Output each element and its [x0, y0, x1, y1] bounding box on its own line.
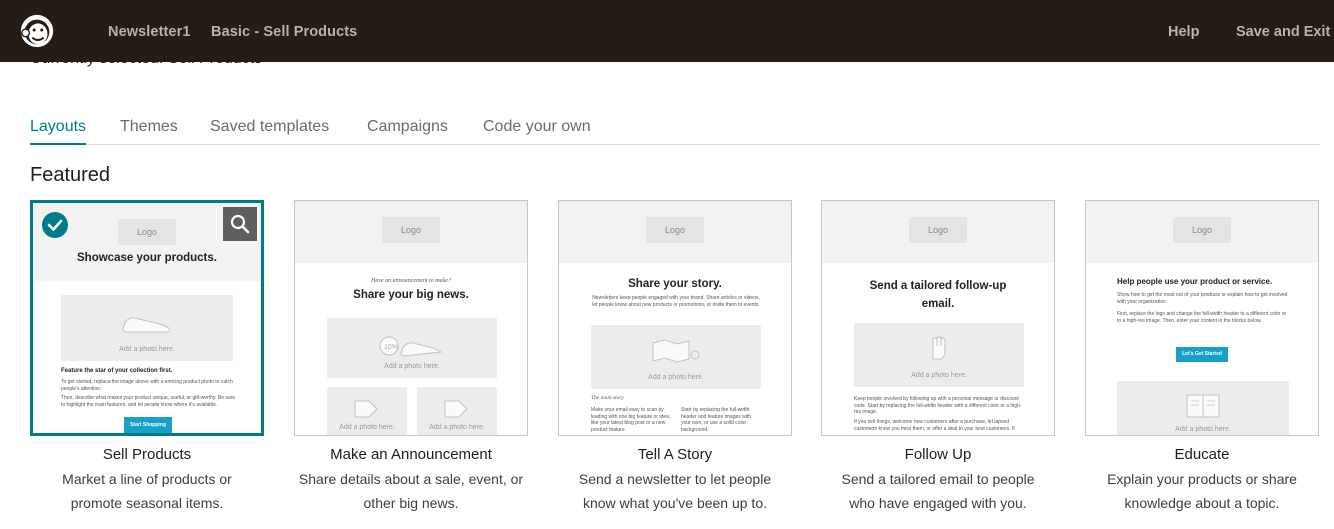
- preview-section-label: The main story: [591, 395, 624, 401]
- preview-cta-button: Start Shopping: [124, 417, 172, 433]
- card-description: Market a line of products or promote sea…: [17, 467, 277, 515]
- template-card-educate[interactable]: Logo Help people use your product or ser…: [1085, 200, 1319, 436]
- card-description: Share details about a sale, event, or ot…: [281, 467, 541, 515]
- card-description-line: knowledge about a topic.: [1124, 495, 1280, 511]
- preview-logo: Logo: [382, 217, 440, 243]
- tab-themes[interactable]: Themes: [120, 118, 178, 143]
- magnify-icon: [230, 214, 250, 234]
- card-description: Send a tailored email to people who have…: [808, 467, 1068, 515]
- preview-photo: Add a photo here.: [854, 323, 1024, 387]
- tab-code-your-own[interactable]: Code your own: [483, 118, 591, 143]
- svg-text:10%: 10%: [384, 344, 398, 351]
- card-title[interactable]: Educate: [1072, 446, 1332, 463]
- preview-headline: Help people use your product or service.: [1117, 277, 1273, 286]
- preview-column-2: Start by replacing the full-width header…: [681, 407, 752, 433]
- template-card-make-an-announcement[interactable]: Logo Have an announcement to make? Share…: [294, 200, 528, 436]
- preview-photo-label: Add a photo here.: [429, 424, 485, 431]
- card-description-line: know what you've been up to.: [582, 495, 768, 511]
- preview-cta-button: Let's Get Started: [1176, 347, 1228, 362]
- card-description-line: Explain your products or share: [1107, 471, 1297, 487]
- tag-icon: [444, 400, 468, 418]
- selected-checkmark: [42, 212, 68, 238]
- card-title[interactable]: Sell Products: [17, 446, 277, 463]
- section-title: Featured: [30, 164, 111, 186]
- help-link[interactable]: Help: [1168, 24, 1199, 40]
- preview-photo-small: Add a photo here.: [417, 387, 497, 435]
- preview-body-2: Then, describe what makes your product u…: [61, 395, 236, 408]
- preview-logo: Logo: [118, 219, 176, 245]
- template-tabs: Layouts Themes Saved templates Campaigns…: [30, 118, 1320, 145]
- tab-layouts[interactable]: Layouts: [30, 118, 87, 145]
- breadcrumb-campaign-name[interactable]: Newsletter1: [108, 24, 191, 40]
- preview-column-1: Make your email easy to scan by leading …: [591, 407, 671, 433]
- preview-headline: Share your story.: [628, 278, 722, 290]
- card-title[interactable]: Make an Announcement: [281, 446, 541, 463]
- preview-photo-label: Add a photo here.: [119, 346, 175, 353]
- preview-kicker: Have an announcement to make?: [371, 278, 451, 284]
- preview-photo-label: Add a photo here.: [384, 363, 440, 370]
- preview-body-1: Show how to get the most out of your pro…: [1117, 292, 1288, 305]
- preview-body-2: First, replace the logo and change the f…: [1117, 311, 1287, 324]
- preview-photo-label: Add a photo here.: [339, 424, 395, 431]
- checkmark-icon: [47, 219, 63, 231]
- shoe-icon: [122, 317, 171, 333]
- preview-headline: Send a tailored follow-up email.: [869, 280, 1007, 310]
- tab-saved-templates[interactable]: Saved templates: [210, 118, 329, 143]
- breadcrumb-template-name[interactable]: Basic - Sell Products: [211, 24, 357, 40]
- preview-subhead: Feature the star of your collection firs…: [61, 368, 173, 374]
- card-title[interactable]: Follow Up: [808, 446, 1068, 463]
- template-card-follow-up[interactable]: Logo Send a tailored follow-up email. Ad…: [821, 200, 1055, 436]
- card-description-line: Share details about a sale, event, or: [298, 471, 524, 487]
- save-and-exit-link[interactable]: Save and Exit: [1236, 24, 1330, 40]
- preview-body-1: Keep people involved by following up wit…: [854, 396, 1022, 415]
- preview-photo: Add a photo here.: [61, 295, 233, 361]
- preview-photo: 10% Add a photo here.: [327, 318, 497, 378]
- book-icon: [1186, 394, 1220, 418]
- mailchimp-logo-icon[interactable]: [18, 12, 56, 50]
- template-card-sell-products[interactable]: Logo Showcase your products. Add a photo…: [30, 200, 264, 436]
- card-description: Send a newsletter to let people know wha…: [545, 467, 805, 515]
- card-description-line: other big news.: [363, 495, 459, 511]
- preview-headline: Showcase your products.: [77, 252, 217, 264]
- preview-photo: Add a photo here.: [591, 325, 761, 389]
- map-icon: [652, 339, 700, 363]
- preview-logo: Logo: [646, 217, 704, 243]
- preview-zoom-button[interactable]: [223, 207, 257, 241]
- shoe-icon: 10%: [379, 336, 443, 357]
- hand-icon: [932, 336, 946, 360]
- tab-campaigns[interactable]: Campaigns: [367, 118, 448, 143]
- preview-photo-label: Add a photo here.: [911, 372, 967, 379]
- card-title[interactable]: Tell A Story: [545, 446, 805, 463]
- topbar-layer: Newsletter1 Basic - Sell Products Help S…: [0, 0, 1334, 62]
- card-description: Explain your products or share knowledge…: [1072, 467, 1332, 515]
- card-description-line: promote seasonal items.: [70, 495, 224, 511]
- tag-icon: [354, 400, 378, 418]
- preview-headline: Share your big news.: [353, 289, 469, 301]
- preview-photo-small: Add a photo here.: [327, 387, 407, 435]
- preview-body-2: If you sell things, welcome new customer…: [854, 419, 1015, 432]
- card-description-line: Send a tailored email to people: [841, 471, 1035, 487]
- template-card-tell-a-story[interactable]: Logo Share your story. Newsletters keep …: [558, 200, 792, 436]
- card-description-line: Send a newsletter to let people: [578, 471, 772, 487]
- card-description-line: Market a line of products or: [62, 471, 232, 487]
- preview-body-1: To get started, replace the image above …: [61, 379, 233, 392]
- preview-logo: Logo: [1173, 217, 1231, 243]
- preview-photo-label: Add a photo here.: [1175, 426, 1231, 433]
- preview-intro: Newsletters keep people engaged with you…: [592, 295, 760, 308]
- card-description-line: who have engaged with you.: [849, 495, 1027, 511]
- preview-photo-label: Add a photo here.: [648, 374, 704, 381]
- preview-photo: Add a photo here.: [1117, 381, 1289, 435]
- preview-logo: Logo: [909, 217, 967, 243]
